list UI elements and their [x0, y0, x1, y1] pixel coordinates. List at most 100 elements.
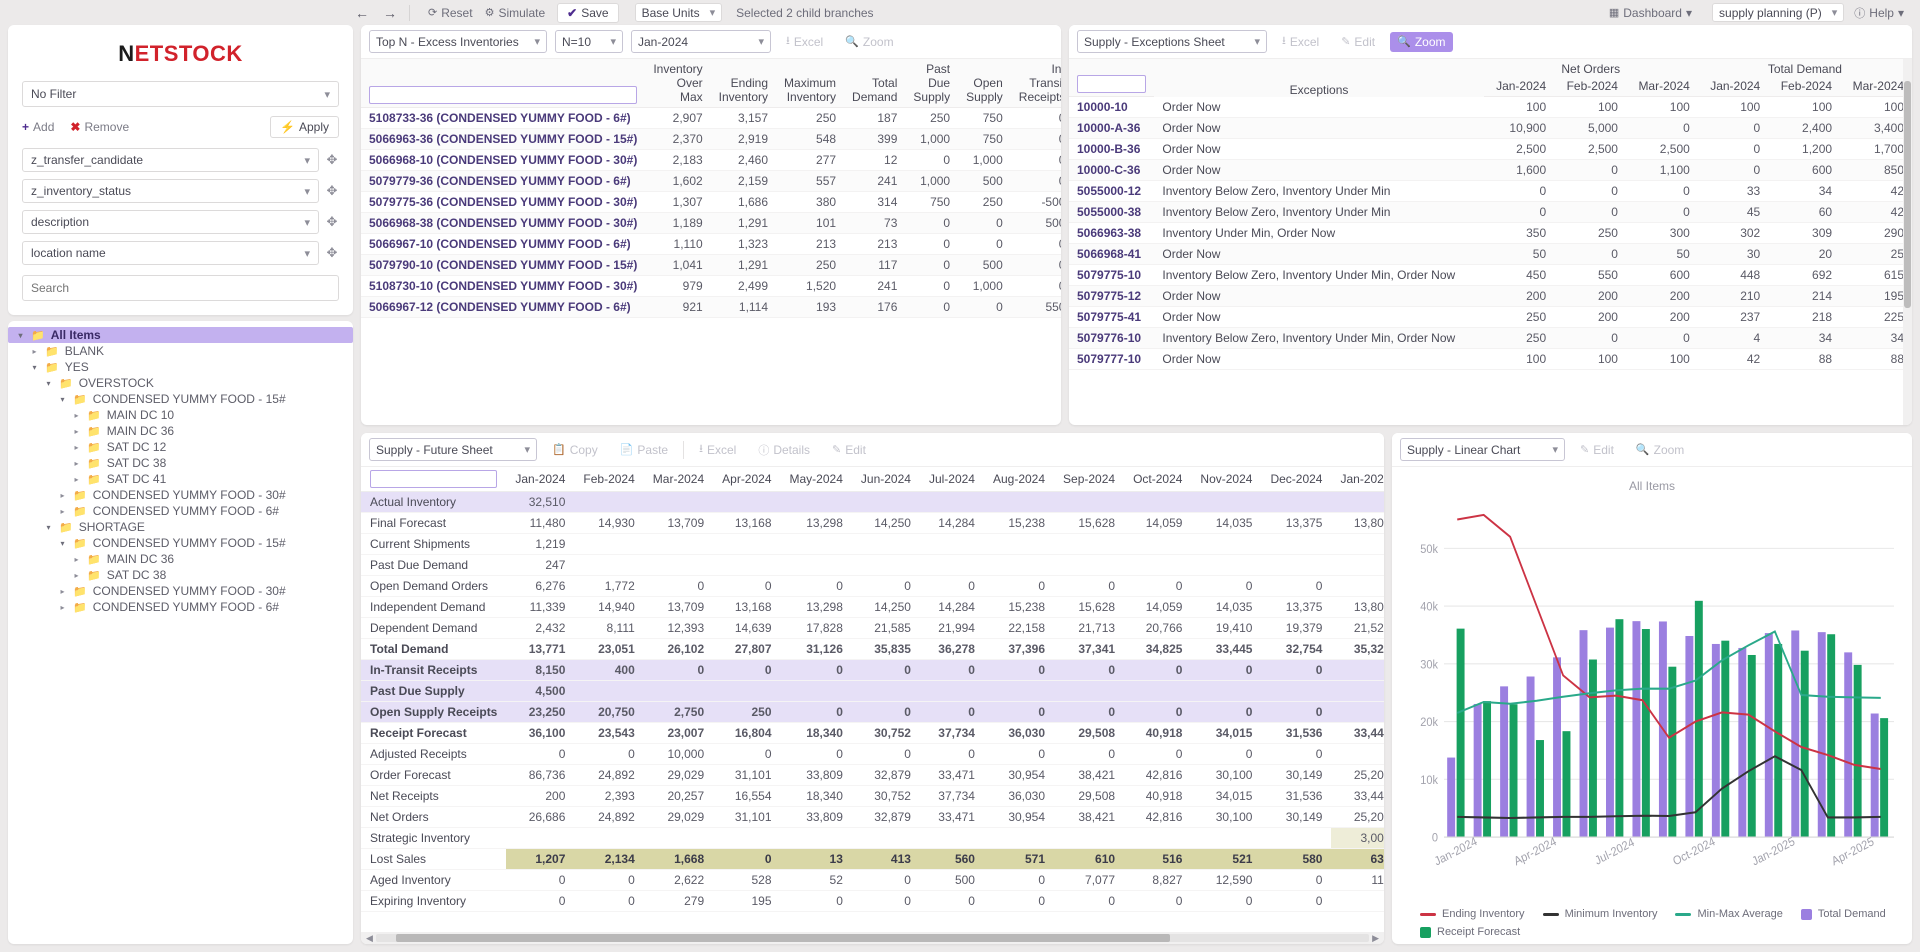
- table-row[interactable]: Final Forecast 11,480 14,930 13,709 13,168 13…: [361, 512, 1384, 534]
- excess-item-cell[interactable]: 5066963-36 (CONDENSED YUMMY FOOD - 15#): [361, 128, 646, 150]
- table-row[interactable]: Adjusted Receipts0010,0000000000000000: [361, 743, 1384, 765]
- tree-node[interactable]: ▸ 📁 SAT DC 38: [8, 567, 353, 583]
- excess-item-cell[interactable]: 5108730-10 (CONDENSED YUMMY FOOD - 30#): [361, 275, 646, 297]
- table-row[interactable]: Independent Demand 11,339 14,940 13,709 13,1…: [361, 596, 1384, 618]
- table-row[interactable]: 5066967-10 (CONDENSED YUMMY FOOD - 6#) 1,…: [361, 233, 1061, 255]
- table-row[interactable]: Past Due Demand 247: [361, 554, 1384, 576]
- future-filter-input[interactable]: [370, 470, 498, 488]
- table-row[interactable]: Net Receipts 200 2,393 20,257 16,554 18,340 30…: [361, 785, 1384, 807]
- scroll-thumb[interactable]: [395, 934, 1171, 942]
- filter-field-select[interactable]: description ▾: [22, 210, 319, 234]
- excess-column-header[interactable]: In-Transit Receipts: [1010, 59, 1061, 108]
- tree-node[interactable]: ▸ 📁 SAT DC 41: [8, 471, 353, 487]
- table-row[interactable]: 5055000-38 Inventory Below Zero, Inventor…: [1069, 201, 1912, 223]
- chevron-right-icon[interactable]: ▸: [72, 427, 81, 436]
- chevron-right-icon[interactable]: ▸: [30, 347, 39, 356]
- future-month-header[interactable]: Mar-2024: [643, 467, 714, 492]
- chevron-right-icon[interactable]: ▸: [58, 507, 67, 516]
- excess-filter-input[interactable]: [369, 86, 638, 104]
- table-row[interactable]: 10000-A-36 Order Now 10,900 5,000 0 0 2,400 3,4…: [1069, 117, 1912, 139]
- legend-item[interactable]: Minimum Inventory: [1542, 908, 1657, 920]
- exception-item-cell[interactable]: 5066963-38: [1069, 222, 1155, 244]
- workspace-select[interactable]: supply planning (P) ▾: [1712, 3, 1845, 22]
- chevron-down-icon[interactable]: ▾: [58, 539, 67, 548]
- table-row[interactable]: Total Demand 13,771 23,051 26,102 27,807 31,1…: [361, 638, 1384, 660]
- future-month-header[interactable]: Sep-2024: [1054, 467, 1125, 492]
- total-demand-month-header[interactable]: Mar-2024: [1840, 76, 1912, 97]
- table-row[interactable]: Current Shipments 1,219: [361, 533, 1384, 555]
- future-copy-button[interactable]: 📋 Copy: [545, 440, 605, 460]
- table-row[interactable]: 10000-B-36 Order Now 2,500 2,500 2,500 0 1,200…: [1069, 138, 1912, 160]
- total-demand-month-header[interactable]: Jan-2024: [1697, 76, 1769, 97]
- table-row[interactable]: 5079775-36 (CONDENSED YUMMY FOOD - 30#) 1…: [361, 191, 1061, 213]
- exception-item-cell[interactable]: 5066968-41: [1069, 243, 1155, 265]
- table-row[interactable]: Strategic Inventory3,0006,0009,00011,296: [361, 827, 1384, 849]
- table-row[interactable]: 5066968-38 (CONDENSED YUMMY FOOD - 30#) 1…: [361, 212, 1061, 234]
- exception-item-cell[interactable]: 5055000-38: [1069, 201, 1155, 223]
- move-handle-icon[interactable]: ✥: [325, 152, 339, 168]
- legend-item[interactable]: Min-Max Average: [1675, 908, 1783, 920]
- chevron-right-icon[interactable]: ▸: [58, 491, 67, 500]
- tree-node[interactable]: ▸ 📁 BLANK: [8, 343, 353, 359]
- search-box[interactable]: [22, 275, 339, 301]
- excess-item-cell[interactable]: 5066967-12 (CONDENSED YUMMY FOOD - 6#): [361, 296, 646, 318]
- exception-item-cell[interactable]: 5079776-10: [1069, 327, 1155, 349]
- exceptions-vertical-scrollbar[interactable]: [1903, 59, 1912, 425]
- future-table-scroll[interactable]: Jan-2024 Feb-2024 Mar-2024 Apr-2024 May-2024…: [361, 467, 1384, 932]
- exception-item-cell[interactable]: 5079777-10: [1069, 348, 1155, 370]
- excess-item-cell[interactable]: 5066968-10 (CONDENSED YUMMY FOOD - 30#): [361, 149, 646, 171]
- table-row[interactable]: 5108730-10 (CONDENSED YUMMY FOOD - 30#) 9…: [361, 275, 1061, 297]
- exception-item-cell[interactable]: 5079775-12: [1069, 285, 1155, 307]
- tree-node[interactable]: ▾ 📁 All Items: [8, 327, 353, 343]
- chevron-right-icon[interactable]: ▸: [72, 411, 81, 420]
- chevron-right-icon[interactable]: ▸: [58, 587, 67, 596]
- forward-icon[interactable]: →: [383, 5, 397, 21]
- excess-zoom-button[interactable]: 🔍 Zoom: [838, 32, 900, 52]
- excess-period-select[interactable]: Jan-2024 ▾: [631, 30, 771, 53]
- excess-item-cell[interactable]: 5079775-36 (CONDENSED YUMMY FOOD - 30#): [361, 191, 646, 213]
- chevron-down-icon[interactable]: ▾: [30, 363, 39, 372]
- future-excel-button[interactable]: ⭳ Excel: [692, 437, 743, 462]
- table-row[interactable]: Receipt Forecast 36,100 23,543 23,007 16,804…: [361, 722, 1384, 744]
- future-month-header[interactable]: Jul-2024: [919, 467, 984, 492]
- chevron-down-icon[interactable]: ▾: [58, 395, 67, 404]
- future-month-header[interactable]: Dec-2024: [1261, 467, 1332, 492]
- future-month-header[interactable]: Feb-2024: [574, 467, 644, 492]
- future-month-header[interactable]: Oct-2024: [1124, 467, 1192, 492]
- excess-column-header[interactable]: Maximum Inventory: [776, 59, 845, 108]
- table-row[interactable]: In-Transit Receipts8,1504000000000000000…: [361, 659, 1384, 681]
- excess-column-header[interactable]: Open Supply: [958, 59, 1011, 108]
- table-row[interactable]: 5079777-10 Order Now 100 100 100 42 88 88: [1069, 348, 1912, 370]
- tree-node[interactable]: ▾ 📁 YES: [8, 359, 353, 375]
- filter-field-select[interactable]: z_inventory_status ▾: [22, 179, 319, 203]
- move-handle-icon[interactable]: ✥: [325, 183, 339, 199]
- table-row[interactable]: Actual Inventory 32,510: [361, 491, 1384, 513]
- exception-item-cell[interactable]: 5055000-12: [1069, 180, 1155, 202]
- exceptions-edit-button[interactable]: ✎ Edit: [1334, 32, 1382, 52]
- table-row[interactable]: 5079779-36 (CONDENSED YUMMY FOOD - 6#) 1,…: [361, 170, 1061, 192]
- scroll-left-icon[interactable]: ◀: [363, 933, 376, 944]
- table-row[interactable]: Past Due Supply 4,500: [361, 680, 1384, 702]
- tree-node[interactable]: ▸ 📁 CONDENSED YUMMY FOOD - 6#: [8, 503, 353, 519]
- tree-node[interactable]: ▸ 📁 MAIN DC 10: [8, 407, 353, 423]
- excess-item-cell[interactable]: 5108733-36 (CONDENSED YUMMY FOOD - 6#): [361, 107, 646, 129]
- table-row[interactable]: 5066963-38 Inventory Under Min, Order Now…: [1069, 222, 1912, 244]
- exception-item-cell[interactable]: 10000-B-36: [1069, 138, 1155, 160]
- simulate-button[interactable]: ⚙ Simulate: [479, 4, 552, 22]
- excess-column-header[interactable]: Ending Inventory: [710, 59, 777, 108]
- excess-item-cell[interactable]: 5066968-38 (CONDENSED YUMMY FOOD - 30#): [361, 212, 646, 234]
- future-month-header[interactable]: Jan-2024: [506, 467, 575, 492]
- add-filter-button[interactable]: + Add: [22, 120, 54, 134]
- search-input[interactable]: [31, 281, 330, 295]
- excess-excel-button[interactable]: ⭳ Excel: [779, 29, 830, 54]
- exceptions-view-select[interactable]: Supply - Exceptions Sheet ▾: [1077, 30, 1267, 53]
- table-row[interactable]: Net Orders 26,686 24,892 29,029 31,101 33,809…: [361, 806, 1384, 828]
- exceptions-zoom-button[interactable]: 🔍 Zoom: [1390, 31, 1453, 52]
- table-row[interactable]: 5066968-41 Order Now 50 0 50 30 20 25: [1069, 243, 1912, 265]
- tree-node[interactable]: ▸ 📁 MAIN DC 36: [8, 551, 353, 567]
- table-row[interactable]: Lost Sales 1,207 2,134 1,668 0 13 413 560 571 610…: [361, 848, 1384, 870]
- legend-item[interactable]: Total Demand: [1800, 908, 1886, 920]
- tree-node[interactable]: ▾ 📁 CONDENSED YUMMY FOOD - 15#: [8, 535, 353, 551]
- chevron-down-icon[interactable]: ▾: [16, 331, 25, 340]
- exception-item-cell[interactable]: 10000-A-36: [1069, 117, 1155, 139]
